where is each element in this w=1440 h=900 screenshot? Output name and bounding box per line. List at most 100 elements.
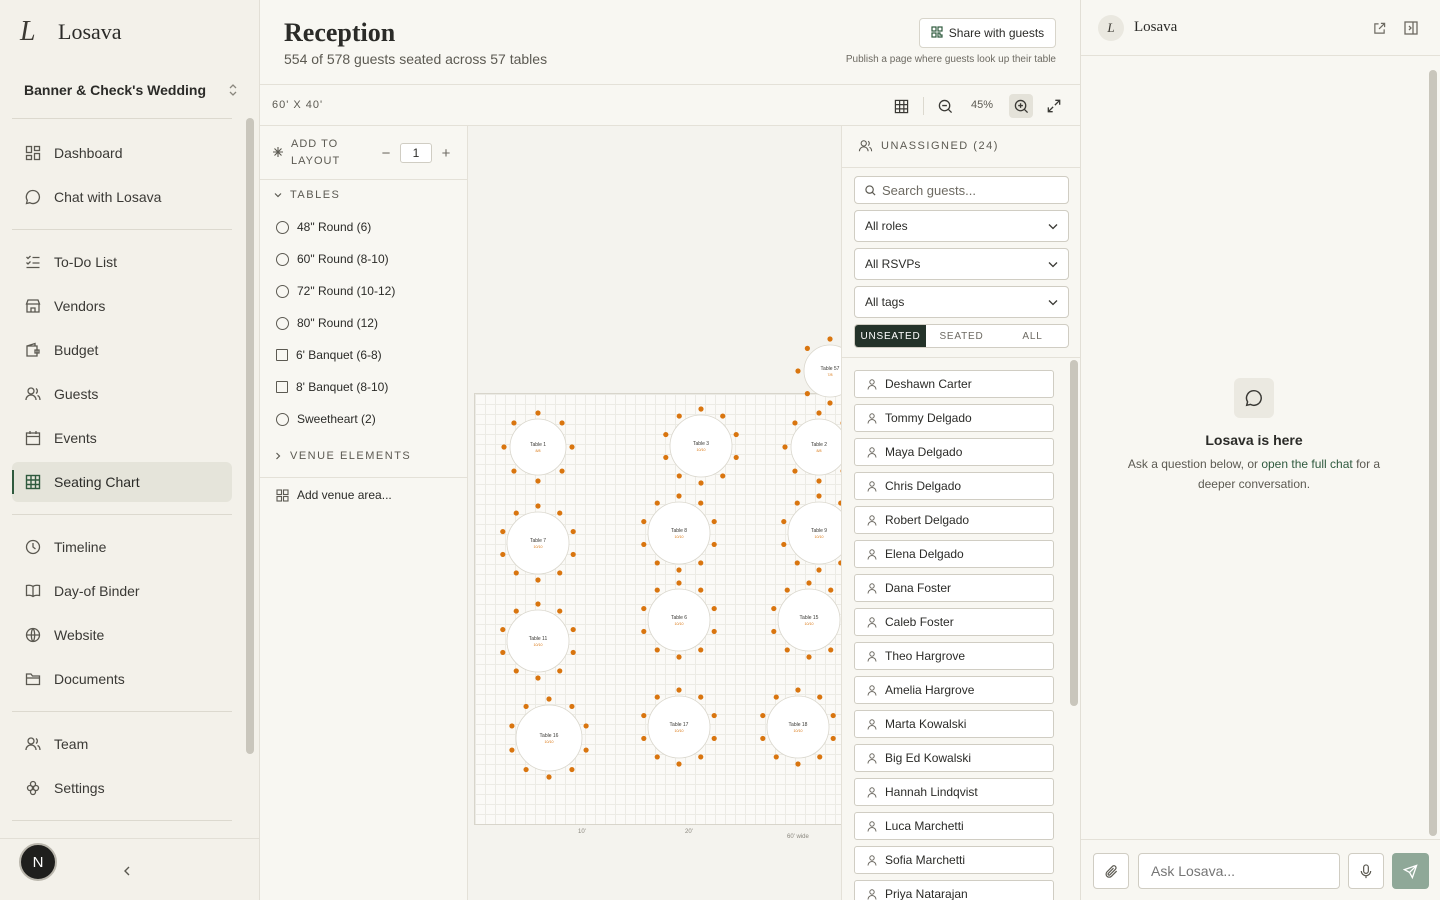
guest-item[interactable]: Marta Kowalski (854, 710, 1054, 738)
guest-item[interactable]: Dana Foster (854, 574, 1054, 602)
palette-table-item[interactable]: 48" Round (6) (276, 220, 371, 234)
nav-binder[interactable]: Day-of Binder (12, 571, 232, 611)
seating-table[interactable]: Table 1110/10 (500, 601, 576, 681)
nav-chat[interactable]: Chat with Losava (12, 177, 232, 217)
nav-budget[interactable]: Budget (12, 330, 232, 370)
guest-item[interactable]: Caleb Foster (854, 608, 1054, 636)
nav-website[interactable]: Website (12, 615, 232, 655)
add-venue-area-button[interactable]: Add venue area... (276, 488, 392, 502)
guest-item[interactable]: Luca Marchetti (854, 812, 1054, 840)
increment-button[interactable]: + (440, 145, 452, 162)
guest-item[interactable]: Chris Delgado (854, 472, 1054, 500)
store-icon (24, 297, 42, 315)
guest-list-scrollbar[interactable] (1070, 360, 1078, 706)
unassigned-panel: UNASSIGNED (24) Search guests... All rol… (841, 126, 1081, 900)
nav-timeline[interactable]: Timeline (12, 527, 232, 567)
venue-elements-toggle[interactable]: VENUE ELEMENTS (274, 450, 411, 462)
nav-todo[interactable]: To-Do List (12, 242, 232, 282)
nav-events[interactable]: Events (12, 418, 232, 458)
nav-vendors[interactable]: Vendors (12, 286, 232, 326)
seating-table[interactable]: Table 310/10 (663, 406, 739, 486)
seat-dot (501, 444, 507, 450)
user-avatar[interactable]: N (19, 843, 57, 881)
guest-item[interactable]: Hannah Lindqvist (854, 778, 1054, 806)
quantity-input[interactable]: 1 (400, 143, 432, 163)
send-button[interactable] (1392, 853, 1429, 889)
zoom-out-button[interactable] (933, 94, 957, 118)
nav-dashboard[interactable]: Dashboard (12, 133, 232, 173)
roles-filter[interactable]: All roles (854, 210, 1069, 242)
seating-table[interactable]: Table 577/8 (795, 336, 841, 406)
seating-table[interactable]: Table 1810/10 (760, 687, 836, 767)
seating-table[interactable]: Table 910/10 (781, 493, 841, 573)
palette-table-item[interactable]: 8' Banquet (8-10) (276, 380, 388, 394)
tables-section-toggle[interactable]: TABLES (274, 189, 340, 201)
fullscreen-button[interactable] (1042, 94, 1066, 118)
guest-search-input[interactable]: Search guests... (854, 176, 1069, 204)
tab-unseated[interactable]: UNSEATED (855, 325, 926, 347)
seating-table[interactable]: Table 1510/10 (771, 580, 841, 660)
ask-input[interactable] (1138, 853, 1340, 889)
guest-item[interactable]: Tommy Delgado (854, 404, 1054, 432)
guest-item[interactable]: Maya Delgado (854, 438, 1054, 466)
seating-canvas[interactable]: Table 57 7/8 Table 1 8/8 Table 3 10/10 Table 2… (468, 126, 841, 900)
nav-documents[interactable]: Documents (12, 659, 232, 699)
nav-label: Timeline (54, 539, 107, 555)
guest-item[interactable]: Sofia Marchetti (854, 846, 1054, 874)
tags-filter[interactable]: All tags (854, 286, 1069, 318)
seating-table[interactable]: Table 610/10 (641, 580, 717, 660)
seating-table[interactable]: Table 18/8 (501, 410, 575, 484)
seating-table[interactable]: Table 810/10 (641, 493, 717, 573)
guest-item[interactable]: Priya Natarajan (854, 880, 1054, 900)
seating-table[interactable]: Table 710/10 (500, 503, 576, 583)
seat-dot (663, 431, 669, 438)
palette-table-item[interactable]: 80" Round (12) (276, 316, 378, 330)
wedding-selector[interactable]: Banner & Check's Wedding (24, 80, 238, 100)
nav-label: Guests (54, 386, 99, 402)
decrement-button[interactable]: − (380, 145, 392, 162)
seating-table[interactable]: Table 1610/10 (509, 696, 589, 780)
panel-right-icon (1404, 21, 1418, 35)
nav-seating-chart[interactable]: Seating Chart (12, 462, 232, 502)
assistant-scrollbar[interactable] (1429, 70, 1437, 836)
close-panel-button[interactable] (1402, 19, 1420, 37)
rsvp-filter[interactable]: All RSVPs (854, 248, 1069, 280)
expand-icon (1047, 99, 1061, 113)
sidebar-scrollbar[interactable] (246, 118, 254, 754)
open-full-chat-link[interactable]: open the full chat (1261, 457, 1352, 471)
brand-name: Losava (58, 19, 122, 44)
nav-guests[interactable]: Guests (12, 374, 232, 414)
share-with-guests-button[interactable]: Share with guests (919, 18, 1056, 48)
tab-all[interactable]: ALL (997, 325, 1068, 347)
round-table-icon (276, 412, 289, 426)
nav-team[interactable]: Team (12, 724, 232, 764)
dashboard-icon (24, 144, 42, 162)
seat-dot (773, 694, 779, 700)
voice-input-button[interactable] (1348, 853, 1384, 889)
attach-button[interactable] (1093, 853, 1129, 889)
brand[interactable]: L Losava (20, 18, 122, 46)
assistant-empty-title: Losava is here (1205, 432, 1303, 448)
nav-settings[interactable]: Settings (12, 768, 232, 808)
seating-table[interactable]: Table 28/8 (782, 410, 841, 484)
guest-item[interactable]: Robert Delgado (854, 506, 1054, 534)
guest-item[interactable]: Amelia Hargrove (854, 676, 1054, 704)
guest-item[interactable]: Elena Delgado (854, 540, 1054, 568)
palette-table-item[interactable]: 6' Banquet (6-8) (276, 348, 382, 362)
palette-table-item[interactable]: 72" Round (10-12) (276, 284, 395, 298)
seat-dot (654, 754, 660, 760)
guest-item[interactable]: Theo Hargrove (854, 642, 1054, 670)
open-external-button[interactable] (1370, 19, 1388, 37)
seat-dot (535, 577, 541, 583)
add-to-layout-label: ADD TO LAYOUT (291, 138, 341, 167)
toggle-grid-button[interactable] (889, 94, 913, 118)
guest-item[interactable]: Deshawn Carter (854, 370, 1054, 398)
palette-table-item[interactable]: 60" Round (8-10) (276, 252, 389, 266)
tab-seated[interactable]: SEATED (926, 325, 997, 347)
guest-item[interactable]: Big Ed Kowalski (854, 744, 1054, 772)
zoom-in-button[interactable] (1009, 94, 1033, 118)
seating-table[interactable]: Table 1710/10 (641, 687, 717, 767)
palette-table-item[interactable]: Sweetheart (2) (276, 412, 376, 426)
table-name: Table 15 (800, 615, 819, 621)
collapse-sidebar-button[interactable] (122, 864, 132, 880)
